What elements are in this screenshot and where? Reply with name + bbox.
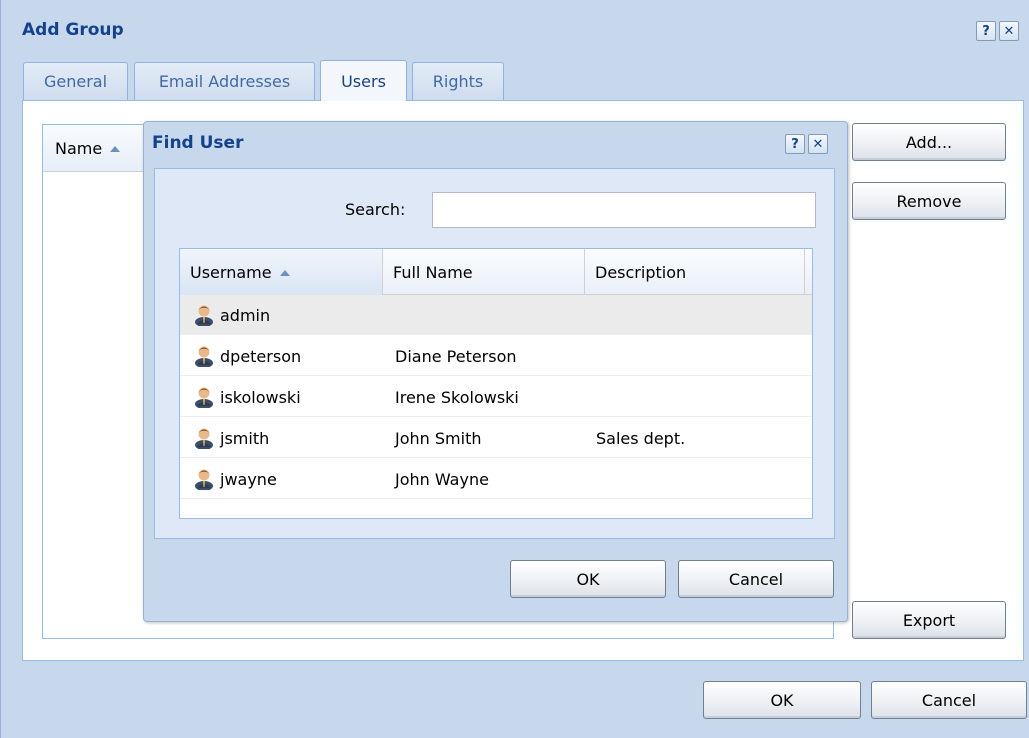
search-input[interactable]: [432, 192, 816, 228]
cell-full-name: John Wayne: [395, 469, 489, 489]
cell-username: dpeterson: [194, 336, 301, 376]
user-grid[interactable]: Username Full Name Description admin dpet…: [179, 248, 813, 519]
find-user-body: Search: Username Full Name Description a…: [154, 168, 835, 539]
username-text: iskolowski: [220, 387, 301, 407]
find-user-close-icon[interactable]: ✕: [808, 134, 828, 154]
cell-username: iskolowski: [194, 377, 301, 417]
find-user-title: Find User: [152, 133, 244, 153]
user-icon: [194, 468, 214, 491]
add-group-window: Add Group ? ✕ General Email Addresses Us…: [0, 0, 1029, 738]
column-header-description[interactable]: Description: [585, 249, 805, 295]
user-icon: [194, 427, 214, 450]
close-icon[interactable]: ✕: [999, 21, 1019, 41]
cell-description: Sales dept.: [596, 428, 686, 448]
add-button[interactable]: Add...: [852, 123, 1006, 161]
username-text: admin: [220, 305, 271, 325]
tab-email-addresses[interactable]: Email Addresses: [134, 62, 315, 100]
column-header-label: Description: [595, 262, 687, 282]
cell-username: jsmith: [194, 418, 269, 458]
column-header-label: Name: [55, 139, 103, 158]
find-user-ok-button[interactable]: OK: [510, 560, 666, 598]
username-text: dpeterson: [220, 346, 302, 366]
tab-users[interactable]: Users: [320, 60, 407, 101]
tab-rights[interactable]: Rights: [412, 62, 504, 100]
cell-username: jwayne: [194, 459, 277, 499]
search-label: Search:: [345, 200, 406, 219]
user-row[interactable]: dpeterson Diane Peterson: [180, 336, 812, 376]
user-icon: [194, 345, 214, 368]
user-row[interactable]: admin: [180, 295, 812, 335]
cell-full-name: Irene Skolowski: [395, 387, 519, 407]
username-text: jsmith: [220, 428, 270, 448]
column-header-name[interactable]: Name: [43, 125, 153, 172]
user-row[interactable]: jsmith John Smith Sales dept.: [180, 418, 812, 458]
remove-button[interactable]: Remove: [852, 182, 1006, 220]
tab-general[interactable]: General: [23, 62, 128, 100]
sort-ascending-icon: [279, 269, 290, 276]
user-grid-header: Username Full Name Description: [180, 249, 812, 295]
find-user-help-icon[interactable]: ?: [785, 134, 805, 154]
export-button[interactable]: Export: [852, 601, 1006, 639]
find-user-dialog: Find User ? ✕ Search: Username Full Name…: [143, 121, 848, 622]
column-header-label: Full Name: [393, 262, 473, 282]
column-header-full-name[interactable]: Full Name: [383, 249, 585, 295]
column-header-username[interactable]: Username: [180, 249, 383, 295]
cell-full-name: John Smith: [395, 428, 482, 448]
cancel-button[interactable]: Cancel: [871, 681, 1027, 719]
ok-button[interactable]: OK: [703, 681, 861, 719]
window-title: Add Group: [22, 20, 124, 40]
username-text: jwayne: [220, 469, 277, 489]
user-icon: [194, 386, 214, 409]
find-user-cancel-button[interactable]: Cancel: [678, 560, 834, 598]
column-header-label: Username: [190, 262, 272, 282]
cell-username: admin: [194, 295, 270, 335]
help-icon[interactable]: ?: [976, 21, 996, 41]
user-row[interactable]: jwayne John Wayne: [180, 459, 812, 499]
user-icon: [194, 304, 214, 327]
cell-full-name: Diane Peterson: [395, 346, 517, 366]
sort-ascending-icon: [110, 146, 121, 152]
user-row[interactable]: iskolowski Irene Skolowski: [180, 377, 812, 417]
